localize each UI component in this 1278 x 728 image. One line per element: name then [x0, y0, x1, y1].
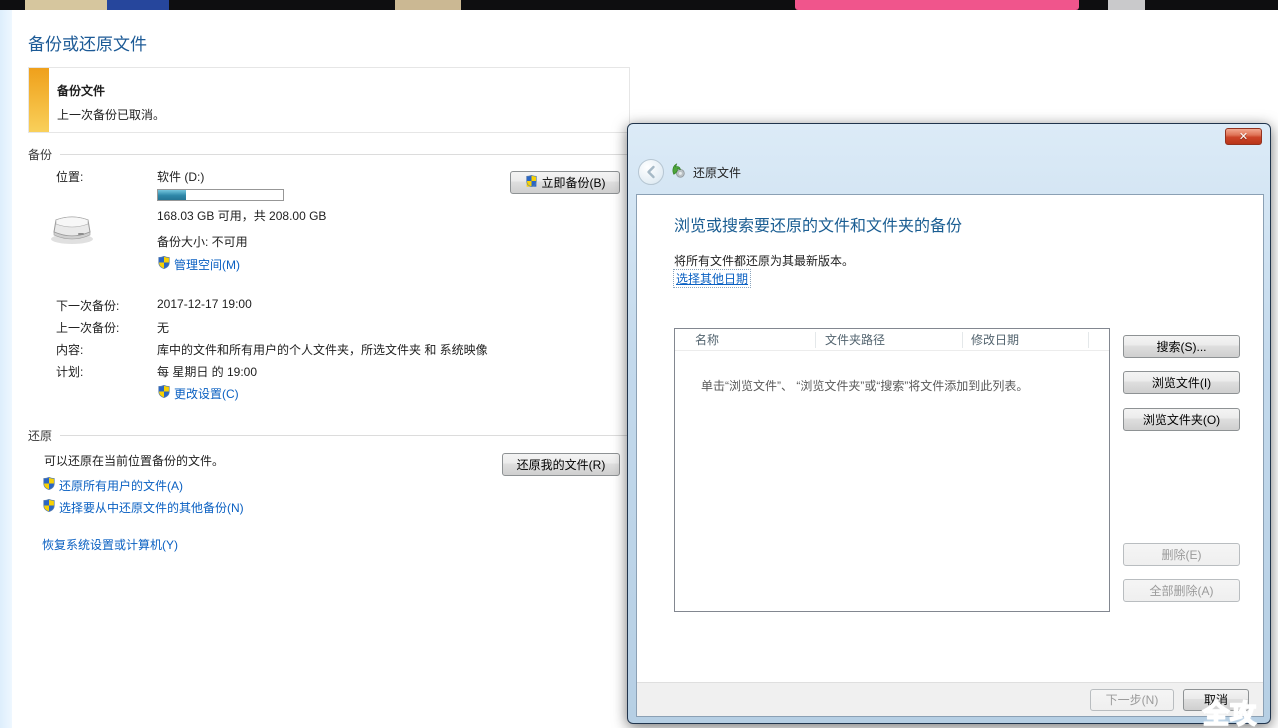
recover-system-link[interactable]: 恢复系统设置或计算机(Y): [42, 536, 178, 553]
contents-value: 库中的文件和所有用户的个人文件夹，所选文件夹 和 系统映像: [157, 341, 488, 358]
restore-my-files-button[interactable]: 还原我的文件(R): [502, 453, 620, 476]
manage-space-link-text[interactable]: 管理空间(M): [174, 256, 240, 273]
uac-shield-icon: [42, 476, 56, 494]
hard-drive-icon: [48, 206, 96, 249]
browser-edge-strip: [0, 0, 1278, 10]
back-arrow-icon: [639, 160, 663, 184]
schedule-label: 计划:: [56, 363, 83, 380]
backup-now-label: 立即备份(B): [542, 174, 606, 191]
choose-other-date-link[interactable]: 选择其他日期: [673, 269, 751, 288]
backup-section-header: 备份: [28, 146, 630, 163]
disk-usage-fill: [158, 190, 186, 200]
change-settings-link[interactable]: 更改设置(C): [157, 384, 239, 402]
schedule-value: 每 星期日 的 19:00: [157, 363, 257, 380]
uac-shield-icon: [157, 255, 171, 273]
browse-files-button[interactable]: 浏览文件(I): [1123, 371, 1240, 394]
dialog-content: 浏览或搜索要还原的文件和文件夹的备份 将所有文件都还原为其最新版本。 选择其他日…: [637, 195, 1263, 682]
watermark: 全攻略: [1203, 694, 1278, 728]
list-header: 名称 文件夹路径 修改日期: [675, 329, 1109, 351]
next-backup-value: 2017-12-17 19:00: [157, 297, 252, 311]
notice-box: 备份文件 上一次备份已取消。: [28, 67, 630, 133]
strip-segment: [107, 0, 169, 10]
uac-shield-icon: [157, 384, 171, 402]
location-label: 位置:: [56, 168, 83, 185]
uac-shield-icon: [42, 498, 56, 516]
remove-all-button[interactable]: 全部删除(A): [1123, 579, 1240, 602]
search-button[interactable]: 搜索(S)...: [1123, 335, 1240, 358]
restore-file-list[interactable]: 名称 文件夹路径 修改日期 单击“浏览文件”、 “浏览文件夹”或“搜索”将文件添…: [674, 328, 1110, 612]
strip-segment: [795, 0, 1079, 10]
location-value: 软件 (D:): [157, 168, 204, 185]
backup-now-button[interactable]: 立即备份(B): [510, 171, 620, 194]
dialog-body: 浏览或搜索要还原的文件和文件夹的备份 将所有文件都还原为其最新版本。 选择其他日…: [636, 194, 1264, 717]
section-divider: [60, 435, 630, 436]
restore-all-users-link[interactable]: 还原所有用户的文件(A): [42, 476, 183, 494]
contents-label: 内容:: [56, 341, 83, 358]
column-separator: [815, 332, 816, 348]
select-other-backup-link-text[interactable]: 选择要从中还原文件的其他备份(N): [59, 499, 244, 516]
restore-files-dialog: ✕ 还原文件 浏览或搜索要还原的文件和文件夹的备份 将所有文件都还原为其最新版本…: [627, 123, 1271, 724]
disk-usage-bar: [157, 189, 284, 201]
last-backup-label: 上一次备份:: [56, 319, 119, 336]
close-button[interactable]: ✕: [1225, 128, 1262, 145]
dialog-header: 还原文件: [638, 158, 741, 186]
restore-my-files-label: 还原我的文件(R): [517, 456, 606, 473]
last-backup-value: 无: [157, 319, 169, 336]
column-header-name[interactable]: 名称: [695, 331, 719, 348]
restore-all-users-link-text[interactable]: 还原所有用户的文件(A): [59, 477, 183, 494]
empty-list-message: 单击“浏览文件”、 “浏览文件夹”或“搜索”将文件添加到此列表。: [701, 377, 1093, 394]
strip-segment: [395, 0, 461, 10]
dialog-title: 还原文件: [693, 164, 741, 181]
notice-accent-bar: [29, 68, 49, 132]
column-header-modified-date[interactable]: 修改日期: [971, 331, 1019, 348]
dialog-footer: 下一步(N) 取消: [637, 682, 1263, 716]
column-separator: [962, 332, 963, 348]
remove-button[interactable]: 删除(E): [1123, 543, 1240, 566]
browse-folders-button[interactable]: 浏览文件夹(O): [1123, 408, 1240, 431]
restore-description: 可以还原在当前位置备份的文件。: [44, 452, 224, 469]
change-settings-link-text[interactable]: 更改设置(C): [174, 385, 239, 402]
notice-message: 上一次备份已取消。: [57, 106, 165, 123]
uac-shield-icon: [525, 174, 538, 191]
close-icon: ✕: [1239, 130, 1248, 143]
column-separator: [1088, 332, 1089, 348]
column-header-folder-path[interactable]: 文件夹路径: [825, 331, 885, 348]
page-title: 备份或还原文件: [28, 30, 147, 55]
notice-title: 备份文件: [57, 82, 165, 99]
disk-space-text: 168.03 GB 可用，共 208.00 GB: [157, 207, 326, 224]
dialog-heading: 浏览或搜索要还原的文件和文件夹的备份: [674, 212, 962, 236]
next-backup-label: 下一次备份:: [56, 297, 119, 314]
next-button[interactable]: 下一步(N): [1090, 689, 1174, 711]
nav-pane-edge: [0, 10, 12, 728]
restore-section-header: 还原: [28, 427, 630, 444]
select-other-backup-link[interactable]: 选择要从中还原文件的其他备份(N): [42, 498, 244, 516]
restore-files-icon: [671, 163, 686, 182]
strip-segment: [25, 0, 107, 10]
strip-segment: [1108, 0, 1145, 10]
section-divider: [60, 154, 630, 155]
dialog-subtext: 将所有文件都还原为其最新版本。: [674, 252, 854, 269]
manage-space-link[interactable]: 管理空间(M): [157, 255, 240, 273]
back-button[interactable]: [638, 159, 664, 185]
backup-size-text: 备份大小: 不可用: [157, 233, 248, 250]
